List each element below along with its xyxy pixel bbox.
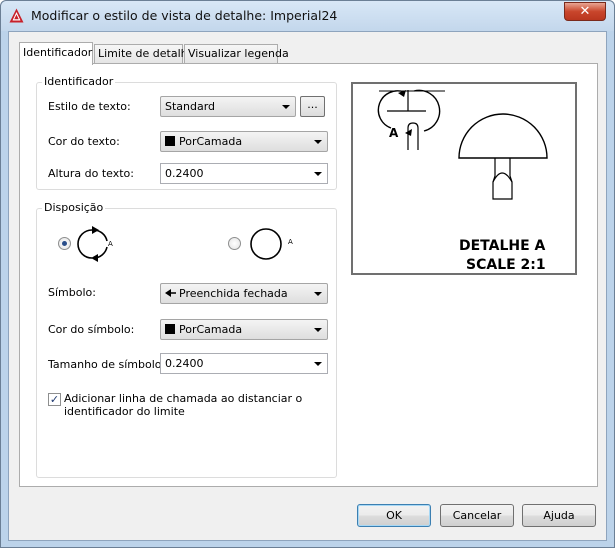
tab-visualizar-legenda[interactable]: Visualizar legenda: [184, 44, 289, 64]
symbol-label: Símbolo:: [48, 286, 96, 299]
symbol-color-dropdown[interactable]: PorCamada: [160, 319, 328, 340]
text-height-value: 0.2400: [165, 167, 204, 180]
closed-filled-arrow-icon: [165, 289, 176, 297]
arrows-around-identifier-icon: [77, 226, 108, 262]
text-color-value-wrap: PorCamada: [165, 135, 242, 148]
symbol-color-value: PorCamada: [179, 323, 243, 336]
identifier-group-title: Identificador: [42, 75, 116, 88]
preview-identifier-letter: A: [389, 126, 399, 140]
arrangement-group-title: Disposição: [42, 201, 106, 214]
dialog-window: Modificar o estilo de vista de detalhe: …: [0, 0, 615, 548]
symbol-value: Preenchida fechada: [179, 287, 288, 300]
close-button[interactable]: ✕: [564, 2, 606, 21]
identifier-group: Identificador Estilo de texto: Standard …: [36, 75, 337, 190]
symbol-arrangement-option1-radio[interactable]: [58, 237, 71, 250]
text-color-label: Cor do texto:: [48, 135, 120, 148]
add-leader-checkbox-label[interactable]: Adicionar linha de chamada ao distanciar…: [64, 392, 302, 418]
chevron-down-icon: [314, 292, 322, 296]
chevron-down-icon: [314, 140, 322, 144]
symbol-arrangement-option2-radio[interactable]: [228, 237, 241, 250]
text-style-value: Standard: [165, 100, 216, 113]
symbol-size-label: Tamanho de símbolo:: [48, 358, 166, 371]
text-height-label: Altura do texto:: [48, 167, 134, 180]
text-color-value: PorCamada: [179, 135, 243, 148]
arrangement-group: Disposição A A Símbolo: Preenchida fecha…: [36, 201, 337, 478]
option2-letter: A: [288, 238, 293, 246]
chevron-down-icon: [314, 328, 322, 332]
symbol-color-label: Cor do símbolo:: [48, 323, 135, 336]
add-leader-label-line2: identificador do limite: [64, 405, 185, 418]
dialog-body: Identificador Limite de detalhe Visualiz…: [8, 31, 607, 541]
tab-identificador[interactable]: Identificador: [19, 42, 93, 65]
add-leader-checkbox[interactable]: ✓: [48, 393, 61, 406]
chevron-down-icon: [314, 362, 322, 366]
color-swatch-icon: [165, 324, 175, 334]
detail-view-preview: A DETALHE A SCALE 2:1: [351, 82, 577, 275]
preview-caption-line2: SCALE 2:1: [466, 257, 546, 273]
chevron-down-icon: [282, 105, 290, 109]
symbol-size-value: 0.2400: [165, 357, 204, 370]
window-title: Modificar o estilo de vista de detalhe: …: [31, 8, 338, 23]
add-leader-label-line1: Adicionar linha de chamada ao distanciar…: [64, 392, 303, 405]
help-button[interactable]: Ajuda: [522, 504, 596, 527]
tab-limite-de-detalhe[interactable]: Limite de detalhe: [94, 44, 194, 64]
title-bar[interactable]: Modificar o estilo de vista de detalhe: …: [1, 1, 614, 31]
preview-caption-line1: DETALHE A: [459, 238, 546, 254]
color-swatch-icon: [165, 136, 175, 146]
ok-button[interactable]: OK: [357, 504, 431, 527]
symbol-value-wrap: Preenchida fechada: [165, 287, 288, 300]
option1-letter: A: [108, 240, 113, 248]
text-style-label: Estilo de texto:: [48, 100, 131, 113]
cancel-button[interactable]: Cancelar: [440, 504, 514, 527]
circle-identifier-icon: [250, 228, 282, 260]
tab-panel-identificador: Identificador Estilo de texto: Standard …: [19, 63, 598, 487]
symbol-dropdown[interactable]: Preenchida fechada: [160, 283, 328, 304]
symbol-color-value-wrap: PorCamada: [165, 323, 242, 336]
chevron-down-icon: [314, 172, 322, 176]
text-style-dropdown[interactable]: Standard: [160, 96, 296, 117]
autocad-app-icon: [9, 8, 24, 23]
text-color-dropdown[interactable]: PorCamada: [160, 131, 328, 152]
text-height-combo[interactable]: 0.2400: [160, 163, 328, 184]
symbol-size-combo[interactable]: 0.2400: [160, 353, 328, 374]
browse-text-style-button[interactable]: ...: [300, 96, 325, 117]
